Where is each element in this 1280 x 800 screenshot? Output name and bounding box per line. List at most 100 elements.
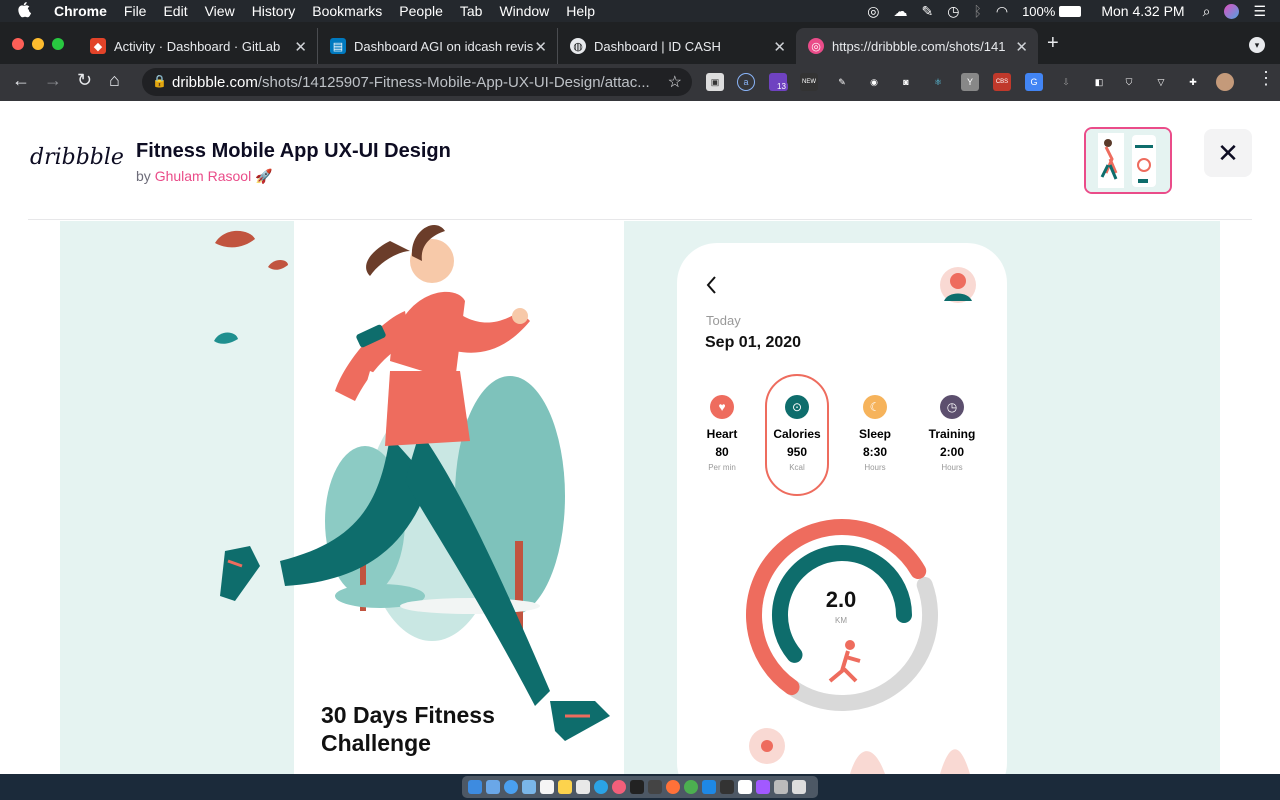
activity-monitor-icon[interactable] (648, 780, 662, 794)
finder-icon[interactable] (468, 780, 482, 794)
creative-cloud-icon[interactable]: ◎ (867, 3, 879, 20)
lock-icon[interactable]: 🔒 (152, 74, 167, 88)
tab-idcash[interactable]: ◍ Dashboard | ID CASH ✕ (558, 28, 796, 64)
rocket-icon: 🚀 (255, 168, 273, 184)
extension-camera-icon[interactable]: ◙ (897, 73, 915, 91)
extension-translate-icon[interactable]: G (1025, 73, 1043, 91)
dock (462, 776, 818, 798)
menu-bookmarks[interactable]: Bookmarks (312, 3, 382, 19)
time-machine-icon[interactable]: ◷ (947, 3, 959, 20)
headline-line-1: 30 Days Fitness (321, 702, 495, 728)
trash-icon[interactable] (792, 780, 806, 794)
menu-file[interactable]: File (124, 3, 147, 19)
window-controls (12, 38, 64, 50)
preview-icon[interactable] (522, 780, 536, 794)
fullscreen-window-button[interactable] (52, 38, 64, 50)
github-icon[interactable] (720, 780, 734, 794)
author-link[interactable]: Ghulam Rasool (155, 168, 252, 184)
tab-title: Dashboard AGI on idcash revis (354, 38, 534, 54)
cloud-upload-icon[interactable]: ☁ (894, 3, 908, 20)
extension-grad-icon[interactable]: 13 (769, 73, 788, 91)
stat-calories[interactable]: ⊙ Calories 950 Kcal (769, 395, 825, 472)
globe-icon: ◍ (570, 38, 586, 54)
textedit-icon[interactable] (576, 780, 590, 794)
back-icon[interactable]: ← (12, 70, 30, 91)
sketch-icon[interactable] (738, 780, 752, 794)
vscode-icon[interactable] (702, 780, 716, 794)
tab-dribbble[interactable]: ◎ https://dribbble.com/shots/141 ✕ (796, 28, 1038, 64)
minimize-window-button[interactable] (32, 38, 44, 50)
extension-reader-icon[interactable]: ▣ (706, 73, 724, 91)
menu-history[interactable]: History (252, 3, 296, 19)
chrome-menu-icon[interactable]: ⋮ (1257, 68, 1275, 89)
menu-view[interactable]: View (205, 3, 235, 19)
menu-window[interactable]: Window (499, 3, 549, 19)
tab-title: Dashboard | ID CASH (594, 38, 721, 54)
close-tab-icon[interactable]: ✕ (534, 38, 547, 56)
safari-icon[interactable] (504, 780, 518, 794)
menu-app-name[interactable]: Chrome (54, 3, 107, 19)
header-divider (28, 219, 1252, 220)
extension-a-icon[interactable]: a (737, 73, 755, 91)
menu-help[interactable]: Help (566, 3, 595, 19)
bluetooth-icon[interactable]: ᛒ (973, 3, 981, 19)
firefox-icon[interactable] (666, 780, 680, 794)
challenge-headline: 30 Days Fitness Challenge (321, 701, 495, 757)
stat-training[interactable]: ◷ Training 2:00 Hours (924, 395, 980, 472)
stat-label: Training (928, 427, 976, 441)
extension-download-icon[interactable]: ⇩ (1057, 73, 1075, 91)
close-shot-button[interactable]: ✕ (1204, 129, 1252, 177)
stat-sleep[interactable]: ☾ Sleep 8:30 Hours (847, 395, 903, 472)
close-tab-icon[interactable]: ✕ (1015, 38, 1028, 56)
launchpad-icon[interactable] (486, 780, 500, 794)
forward-icon[interactable]: → (44, 70, 62, 91)
menu-people[interactable]: People (399, 3, 443, 19)
new-tab-icon[interactable]: + (1047, 32, 1059, 55)
menu-edit[interactable]: Edit (163, 3, 187, 19)
stickies-icon[interactable] (558, 780, 572, 794)
extension-vue-icon[interactable]: ▽ (1152, 73, 1170, 91)
extension-new-icon[interactable]: NEW (800, 73, 818, 91)
tab-gitlab[interactable]: ◆ Activity · Dashboard · GitLab ✕ (78, 28, 318, 64)
notification-center-icon[interactable]: ☰ (1253, 3, 1266, 20)
close-tab-icon[interactable]: ✕ (773, 38, 786, 56)
close-tab-icon[interactable]: ✕ (294, 38, 307, 56)
extension-globe-icon[interactable]: ◉ (865, 73, 883, 91)
music-icon[interactable] (612, 780, 626, 794)
extension-tabs-icon[interactable]: ◧ (1090, 73, 1108, 91)
extension-pen-icon[interactable]: ✎ (833, 73, 851, 91)
extensions-puzzle-icon[interactable]: ✚ (1184, 73, 1202, 91)
profile-avatar[interactable] (1216, 73, 1234, 91)
figma-icon[interactable] (756, 780, 770, 794)
terminal-icon[interactable] (630, 780, 644, 794)
tab-search-icon[interactable]: ▾ (1249, 37, 1265, 53)
wifi-icon[interactable]: ◠ (996, 3, 1008, 20)
tab-trello[interactable]: ▤ Dashboard AGI on idcash revis ✕ (318, 28, 558, 64)
paw-icon[interactable]: ✎ (922, 3, 934, 20)
dribbble-logo[interactable]: dribbble (30, 145, 124, 170)
notes-icon[interactable] (540, 780, 554, 794)
chrome-icon[interactable] (684, 780, 698, 794)
url-path: /shots/14125907-Fitness-Mobile-App-UX-UI… (257, 73, 650, 91)
stat-heart[interactable]: ♥ Heart 80 Per min (694, 395, 750, 472)
distance-value: 2.0 (825, 587, 857, 612)
extension-y-icon[interactable]: Y (961, 73, 979, 91)
siri-icon[interactable] (1224, 3, 1240, 19)
apple-icon[interactable] (18, 1, 36, 21)
extension-react-icon[interactable]: ⚛ (929, 73, 947, 91)
messages-icon[interactable] (594, 780, 608, 794)
shot-thumbnail[interactable] (1084, 127, 1172, 194)
help-icon[interactable] (774, 780, 788, 794)
battery-icon[interactable] (1059, 5, 1082, 17)
extension-shield-icon[interactable]: ⛉ (1120, 73, 1138, 91)
close-window-button[interactable] (12, 38, 24, 50)
menu-tab[interactable]: Tab (460, 3, 483, 19)
stat-unit: Hours (864, 463, 886, 472)
address-bar[interactable]: 🔒 dribbble.com /shots/14125907-Fitness-M… (142, 68, 692, 96)
reload-icon[interactable]: ↻ (77, 70, 92, 91)
clock[interactable]: Mon 4.32 PM (1101, 3, 1184, 19)
extension-cbs-icon[interactable]: CBS (993, 73, 1011, 91)
bookmark-star-icon[interactable]: ☆ (668, 72, 682, 92)
home-icon[interactable]: ⌂ (109, 70, 120, 91)
spotlight-search-icon[interactable]: ⌕ (1203, 3, 1211, 20)
